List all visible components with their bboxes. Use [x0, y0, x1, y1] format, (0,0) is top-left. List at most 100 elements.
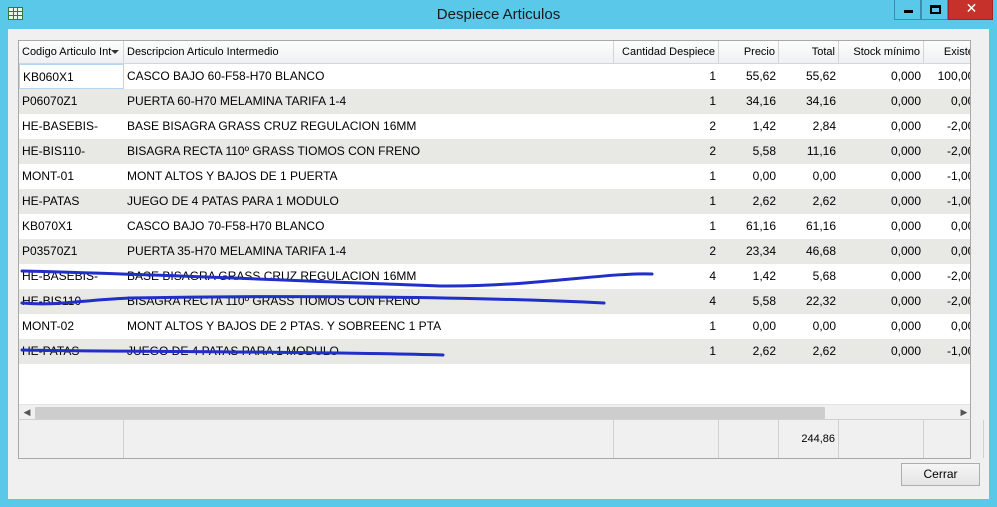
table-row[interactable]: HE-BASEBIS- BASE BISAGRA GRASS CRUZ REGUL…	[19, 264, 970, 289]
cell-descripcion[interactable]: BASE BISAGRA GRASS CRUZ REGULACION 16MM	[124, 114, 614, 139]
header-col-precio[interactable]: Precio	[719, 41, 779, 64]
cell-precio[interactable]: 5,58	[719, 289, 779, 314]
cell-precio[interactable]: 1,42	[719, 114, 779, 139]
close-window-button[interactable]: ✕	[948, 0, 993, 20]
cell-existencias[interactable]: 100,000	[924, 64, 970, 89]
cell-precio[interactable]: 5,58	[719, 139, 779, 164]
cell-stock-minimo[interactable]: 0,000	[839, 339, 924, 364]
header-col-total[interactable]: Total	[779, 41, 839, 64]
title-bar[interactable]: Despiece Articulos ✕	[0, 0, 997, 29]
cell-stock-minimo[interactable]: 0,000	[839, 189, 924, 214]
cell-precio[interactable]: 34,16	[719, 89, 779, 114]
cell-stock-minimo[interactable]: 0,000	[839, 239, 924, 264]
cell-stock-minimo[interactable]: 0,000	[839, 164, 924, 189]
cell-codigo[interactable]: KB070X1	[19, 214, 124, 239]
cell-codigo[interactable]: HE-BIS110-	[19, 289, 124, 314]
header-col-stock-minimo[interactable]: Stock mínimo	[839, 41, 924, 64]
cell-total[interactable]: 55,62	[779, 64, 839, 89]
cell-precio[interactable]: 0,00	[719, 314, 779, 339]
cell-precio[interactable]: 2,62	[719, 189, 779, 214]
cell-cantidad[interactable]: 1	[614, 339, 719, 364]
items-grid[interactable]: Codigo Articulo Int Descripcion Articulo …	[18, 40, 971, 420]
cell-descripcion[interactable]: BISAGRA RECTA 110º GRASS TIOMOS CON FREN…	[124, 139, 614, 164]
cell-total[interactable]: 22,32	[779, 289, 839, 314]
cell-existencias[interactable]: -2,000	[924, 114, 970, 139]
cell-precio[interactable]: 61,16	[719, 214, 779, 239]
cell-total[interactable]: 2,62	[779, 189, 839, 214]
cell-descripcion[interactable]: BISAGRA RECTA 110º GRASS TIOMOS CON FREN…	[124, 289, 614, 314]
cell-cantidad[interactable]: 2	[614, 139, 719, 164]
cell-existencias[interactable]: -2,000	[924, 264, 970, 289]
maximize-button[interactable]	[921, 0, 948, 20]
header-col-existencias[interactable]: Existen	[924, 41, 970, 64]
cell-cantidad[interactable]: 1	[614, 64, 719, 89]
scrollbar-thumb[interactable]	[35, 407, 825, 419]
cell-codigo[interactable]: P06070Z1	[19, 89, 124, 114]
scroll-right-arrow-icon[interactable]: ▶	[957, 406, 970, 419]
table-row[interactable]: KB070X1 CASCO BAJO 70-F58-H70 BLANCO 1 61,1…	[19, 214, 970, 239]
cell-existencias[interactable]: -2,000	[924, 289, 970, 314]
cell-cantidad[interactable]: 4	[614, 264, 719, 289]
cell-total[interactable]: 61,16	[779, 214, 839, 239]
cell-descripcion[interactable]: CASCO BAJO 60-F58-H70 BLANCO	[124, 64, 614, 89]
cell-precio[interactable]: 23,34	[719, 239, 779, 264]
cell-descripcion[interactable]: MONT ALTOS Y BAJOS DE 1 PUERTA	[124, 164, 614, 189]
cell-cantidad[interactable]: 1	[614, 314, 719, 339]
cell-existencias[interactable]: -1,000	[924, 189, 970, 214]
cell-codigo[interactable]: KB060X1	[19, 64, 124, 89]
cell-stock-minimo[interactable]: 0,000	[839, 314, 924, 339]
cell-total[interactable]: 46,68	[779, 239, 839, 264]
cell-descripcion[interactable]: CASCO BAJO 70-F58-H70 BLANCO	[124, 214, 614, 239]
cell-stock-minimo[interactable]: 0,000	[839, 114, 924, 139]
cell-codigo[interactable]: HE-BIS110-	[19, 139, 124, 164]
table-row[interactable]: MONT-02 MONT ALTOS Y BAJOS DE 2 PTAS. Y S…	[19, 314, 970, 339]
scroll-left-arrow-icon[interactable]: ◀	[20, 406, 34, 419]
minimize-button[interactable]	[894, 0, 921, 20]
header-col-codigo[interactable]: Codigo Articulo Int	[19, 41, 124, 64]
cell-precio[interactable]: 2,62	[719, 339, 779, 364]
cell-total[interactable]: 0,00	[779, 164, 839, 189]
table-row[interactable]: HE-BASEBIS- BASE BISAGRA GRASS CRUZ REGUL…	[19, 114, 970, 139]
header-col-descripcion[interactable]: Descripcion Articulo Intermedio	[124, 41, 614, 64]
table-row[interactable]: HE-PATAS JUEGO DE 4 PATAS PARA 1 MODULO 1 2…	[19, 339, 970, 364]
cell-cantidad[interactable]: 2	[614, 114, 719, 139]
cell-descripcion[interactable]: MONT ALTOS Y BAJOS DE 2 PTAS. Y SOBREENC…	[124, 314, 614, 339]
header-col-cantidad[interactable]: Cantidad Despiece	[614, 41, 719, 64]
cell-codigo[interactable]: MONT-02	[19, 314, 124, 339]
cell-total[interactable]: 5,68	[779, 264, 839, 289]
cell-cantidad[interactable]: 1	[614, 89, 719, 114]
cell-total[interactable]: 2,84	[779, 114, 839, 139]
cell-cantidad[interactable]: 1	[614, 214, 719, 239]
cell-stock-minimo[interactable]: 0,000	[839, 214, 924, 239]
cell-cantidad[interactable]: 1	[614, 189, 719, 214]
cell-codigo[interactable]: P03570Z1	[19, 239, 124, 264]
cell-existencias[interactable]: -1,000	[924, 339, 970, 364]
cell-descripcion[interactable]: PUERTA 60-H70 MELAMINA TARIFA 1-4	[124, 89, 614, 114]
cell-existencias[interactable]: -1,000	[924, 164, 970, 189]
cell-total[interactable]: 2,62	[779, 339, 839, 364]
table-row[interactable]: MONT-01 MONT ALTOS Y BAJOS DE 1 PUERTA 1 0,…	[19, 164, 970, 189]
cell-stock-minimo[interactable]: 0,000	[839, 289, 924, 314]
cell-stock-minimo[interactable]: 0,000	[839, 139, 924, 164]
cell-cantidad[interactable]: 4	[614, 289, 719, 314]
cell-descripcion[interactable]: BASE BISAGRA GRASS CRUZ REGULACION 16MM	[124, 264, 614, 289]
cell-stock-minimo[interactable]: 0,000	[839, 64, 924, 89]
cell-cantidad[interactable]: 2	[614, 239, 719, 264]
cell-descripcion[interactable]: JUEGO DE 4 PATAS PARA 1 MODULO	[124, 189, 614, 214]
table-row[interactable]: HE-BIS110- BISAGRA RECTA 110º GRASS TIOMO…	[19, 289, 970, 314]
table-row[interactable]: P03570Z1 PUERTA 35-H70 MELAMINA TARIFA 1-…	[19, 239, 970, 264]
cell-existencias[interactable]: 0,000	[924, 89, 970, 114]
horizontal-scrollbar[interactable]: ◀ ▶	[19, 404, 970, 419]
cell-precio[interactable]: 0,00	[719, 164, 779, 189]
table-row[interactable]: P06070Z1 PUERTA 60-H70 MELAMINA TARIFA 1-…	[19, 89, 970, 114]
cell-total[interactable]: 11,16	[779, 139, 839, 164]
cell-stock-minimo[interactable]: 0,000	[839, 264, 924, 289]
cell-precio[interactable]: 1,42	[719, 264, 779, 289]
table-row[interactable]: HE-BIS110- BISAGRA RECTA 110º GRASS TIOMO…	[19, 139, 970, 164]
table-row[interactable]: KB060X1 CASCO BAJO 60-F58-H70 BLANCO 1 55,6…	[19, 64, 970, 89]
cell-existencias[interactable]: 0,000	[924, 314, 970, 339]
cell-existencias[interactable]: 0,000	[924, 239, 970, 264]
cell-existencias[interactable]: -2,000	[924, 139, 970, 164]
cell-codigo[interactable]: HE-BASEBIS-	[19, 264, 124, 289]
cell-total[interactable]: 34,16	[779, 89, 839, 114]
